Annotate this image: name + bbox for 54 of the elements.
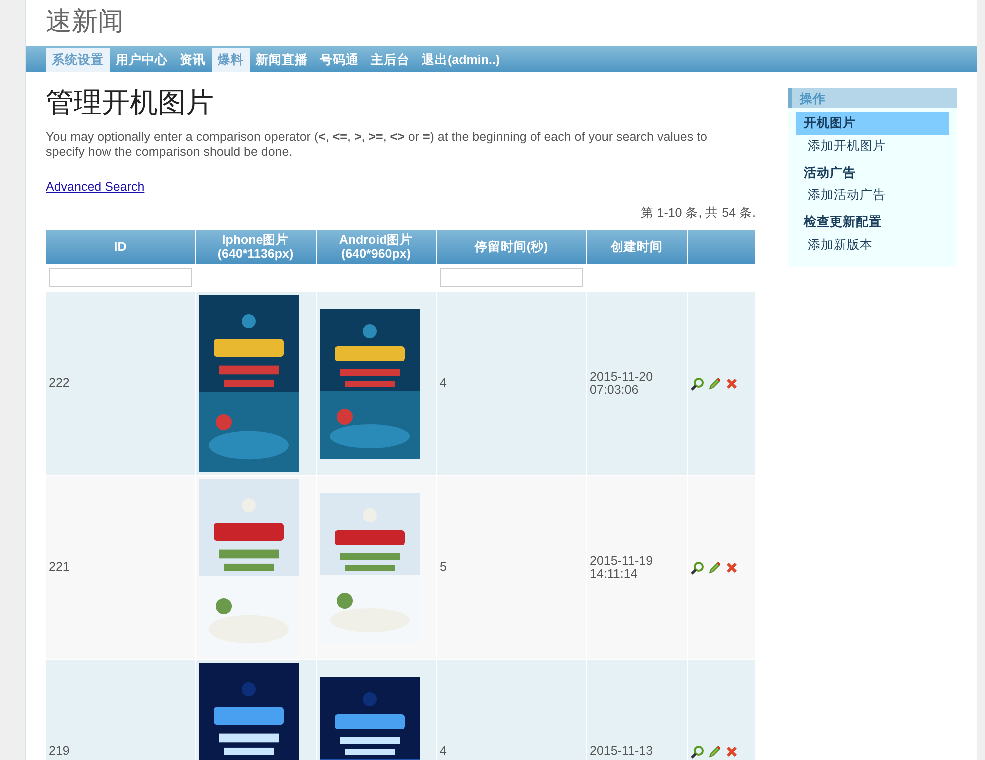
search-hint: You may optionally enter a comparison operator (<, <=, >, >=, <> or =) at the beginning of each of your search values to specify how the comparison should be done. — [46, 130, 709, 160]
pencil-icon — [708, 560, 722, 575]
delete-icon — [725, 560, 740, 575]
sidebar-section-link[interactable]: 开机图片 — [796, 112, 949, 135]
site-title: 速新闻 — [45, 6, 125, 39]
sidebar-section-link[interactable]: 检查更新配置 — [796, 211, 949, 234]
delete-link[interactable] — [725, 376, 740, 391]
table-cell: 2015-11-13 — [587, 660, 688, 760]
column-header: 创建时间 — [587, 230, 688, 264]
edit-link[interactable] — [708, 560, 722, 575]
sidebar-link[interactable]: 添加活动广告 — [796, 184, 949, 207]
column-header: Android图片 (640*960px) — [316, 230, 436, 264]
pagination-summary: 第 1-10 条, 共 54 条. — [640, 206, 756, 220]
nav-tab[interactable]: 资讯 — [174, 48, 212, 72]
column-header: ID — [46, 230, 195, 264]
panel-title: 操作 — [788, 88, 957, 108]
column-header: 停留时间(秒) — [437, 230, 586, 264]
delete-link[interactable] — [725, 560, 740, 575]
nav-tab[interactable]: 号码通 — [314, 48, 365, 72]
search-icon — [691, 376, 706, 391]
table-cell: 221 — [46, 476, 195, 660]
edit-link[interactable] — [708, 376, 722, 391]
view-link[interactable] — [691, 560, 706, 575]
table-cell: 5 — [437, 476, 586, 660]
filter-field[interactable] — [440, 268, 584, 288]
table-cell: 219 — [46, 660, 195, 760]
pencil-icon — [708, 376, 722, 391]
search-icon — [691, 560, 706, 575]
nav-tab[interactable]: 爆料 — [212, 48, 250, 72]
nav-tab[interactable]: 用户中心 — [110, 48, 174, 72]
sidebar-section-link[interactable]: 活动广告 — [796, 162, 949, 184]
delete-icon — [725, 376, 740, 391]
page-title: 管理开机图片 — [46, 86, 215, 120]
column-header: Iphone图片 (640*1136px) — [196, 230, 316, 264]
search-icon — [691, 744, 706, 759]
pencil-icon — [708, 744, 722, 759]
table-cell: 2015-11-20 07:03:06 — [587, 292, 688, 476]
view-link[interactable] — [691, 744, 706, 759]
nav-tab[interactable]: 系统设置 — [46, 48, 110, 72]
edit-link[interactable] — [708, 744, 722, 759]
nav-tab[interactable]: 退出(admin..) — [416, 48, 506, 72]
table-cell: 222 — [46, 292, 195, 476]
filter-field[interactable] — [49, 268, 192, 288]
delete-icon — [725, 744, 740, 759]
table-cell: 4 — [437, 292, 586, 476]
sidebar-link[interactable]: 添加开机图片 — [796, 134, 949, 158]
nav-tab[interactable]: 主后台 — [365, 48, 416, 72]
delete-link[interactable] — [725, 744, 740, 759]
advanced-search-link[interactable]: Advanced Search — [46, 180, 145, 194]
view-link[interactable] — [691, 376, 706, 391]
table-cell: 2015-11-19 14:11:14 — [587, 476, 688, 660]
sidebar-link[interactable]: 添加新版本 — [796, 234, 949, 256]
nav-tab[interactable]: 新闻直播 — [250, 48, 314, 72]
table-cell: 4 — [437, 660, 586, 760]
